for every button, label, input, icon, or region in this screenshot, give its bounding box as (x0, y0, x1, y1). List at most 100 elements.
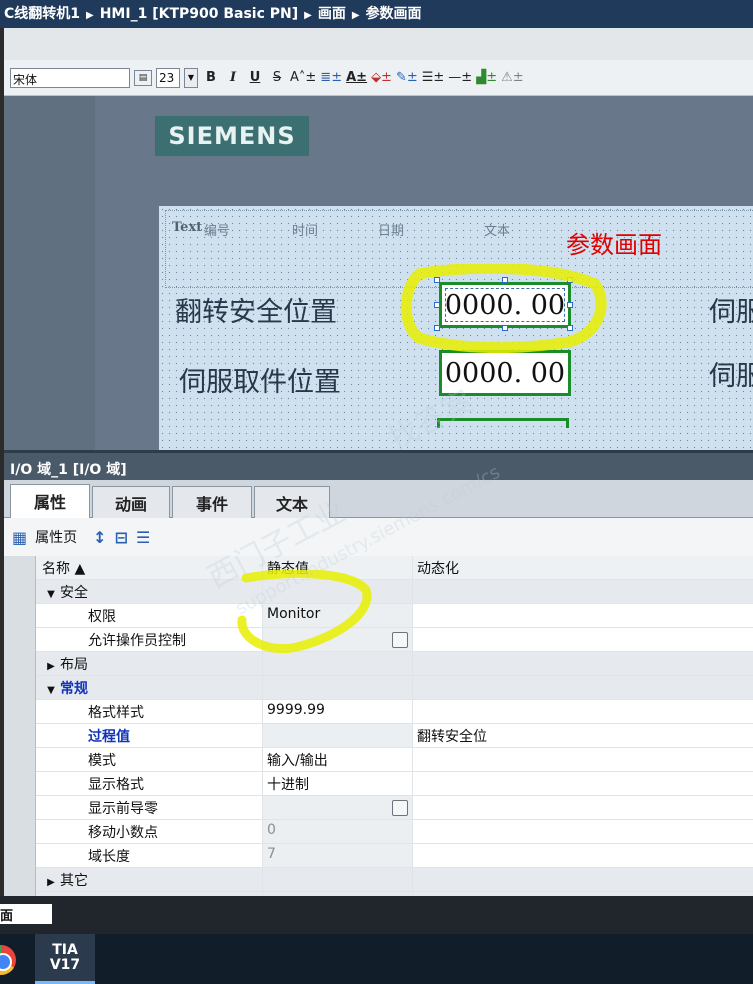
prop-row-allow-operator[interactable]: 允许操作员控制 (36, 628, 753, 652)
font-name-input[interactable]: 宋体 (10, 67, 130, 88)
selection-handle[interactable] (567, 302, 573, 308)
prop-label: 权限 (88, 609, 116, 625)
selection-handle[interactable] (567, 277, 573, 283)
group-other[interactable]: ▶ 其它 (36, 868, 753, 892)
prop-row-mode[interactable]: 模式 输入/输出 (36, 748, 753, 772)
prop-row-permission[interactable]: 权限 Monitor (36, 604, 753, 628)
prop-label: 模式 (88, 753, 116, 769)
format-pattern-value[interactable]: 9999.99 (262, 700, 412, 723)
io-field-servo-pick-position[interactable]: 0000. 00 (439, 350, 571, 396)
prop-row-format-pattern[interactable]: 格式样式 9999.99 (36, 700, 753, 724)
hmi-screen-area[interactable]: Text 编号 时间 日期 文本 参数画面 翻转安全位置 0000. 00 伺服… (159, 206, 753, 450)
process-value-tag[interactable]: 翻转安全位 (412, 724, 753, 747)
display-format-value[interactable]: 十进制 (262, 772, 412, 795)
chevron-right-icon: ▶ (86, 10, 94, 21)
group-label: 常规 (60, 681, 88, 697)
expand-down-icon[interactable]: ▼ (42, 685, 60, 696)
io-field-flip-safe-position[interactable]: 0000. 00 (439, 282, 571, 328)
col-dynamic-header[interactable]: 动态化 (412, 556, 753, 579)
inspector-tabs: 属性 动画 事件 文本 (4, 480, 753, 519)
group-security[interactable]: ▼ 安全 (36, 580, 753, 604)
mode-value[interactable]: 输入/输出 (262, 748, 412, 771)
chevron-down-icon[interactable]: ▼ (184, 67, 198, 88)
expand-down-icon[interactable]: ▼ (42, 589, 60, 600)
tab-events[interactable]: 事件 (172, 486, 252, 518)
property-page-icon[interactable]: ▦ (12, 528, 27, 547)
tab-texts[interactable]: 文本 (254, 486, 330, 518)
breadcrumb-item-screens[interactable]: 画面 (318, 6, 346, 22)
prop-label: 允许操作员控制 (88, 633, 186, 649)
object-style-icon[interactable]: ⚠± (501, 68, 524, 88)
breadcrumb: C线翻转机1 ▶ HMI_1 [KTP900 Basic PN] ▶ 画面 ▶ 参数画面 (0, 0, 753, 28)
font-size-input[interactable]: 23 (156, 67, 180, 88)
font-list-icon[interactable]: ▤ (134, 69, 152, 86)
expand-right-icon[interactable]: ▶ (42, 877, 60, 888)
pattern-icon[interactable]: ▟± (476, 68, 497, 88)
canvas-margin (4, 96, 95, 450)
expand-right-icon[interactable]: ▶ (42, 661, 60, 672)
tia-portal-icon[interactable]: TIA V17 (35, 934, 95, 984)
selection-handle[interactable] (434, 325, 440, 331)
superscript-icon[interactable]: A˄± (290, 68, 316, 88)
prop-row-leading-zeros[interactable]: 显示前导零 (36, 796, 753, 820)
tab-animations[interactable]: 动画 (92, 486, 170, 518)
prop-row-process-value[interactable]: 过程值 翻转安全位 (36, 724, 753, 748)
selection-handle[interactable] (502, 325, 508, 331)
breadcrumb-item-screen[interactable]: 参数画面 (366, 6, 422, 22)
shift-decimal-value[interactable]: 0 (262, 820, 412, 843)
label-servo-pick-position[interactable]: 伺服取件位置 (179, 360, 341, 399)
underline-button[interactable]: U (246, 68, 264, 88)
sort-icon[interactable]: ↕ (93, 528, 106, 547)
label-flip-safe-position[interactable]: 翻转安全位置 (175, 290, 337, 329)
inspector-title: I/O 域_1 [I/O 域] (4, 450, 753, 480)
alarm-header-box[interactable]: Text 编号 时间 日期 文本 参数画面 (165, 210, 753, 288)
grid-header-row: 名称 ▲ 静态值 动态化 (36, 556, 753, 580)
property-page-label[interactable]: 属性页 (35, 527, 77, 547)
line-style-icon[interactable]: ☰± (422, 68, 445, 88)
leading-zeros-checkbox[interactable] (392, 800, 408, 816)
label-servo-right-2[interactable]: 伺服 (709, 354, 753, 393)
label-servo-right-1[interactable]: 伺服 (709, 290, 753, 329)
prop-label: 显示格式 (88, 777, 144, 793)
screen-editor-canvas[interactable]: SIEMENS Text 编号 时间 日期 文本 参数画面 翻转安全位置 000… (4, 96, 753, 450)
tab-properties[interactable]: 属性 (10, 484, 90, 519)
header-col-text: Text (172, 220, 203, 235)
font-color-icon[interactable]: A± (346, 68, 367, 88)
group-layout[interactable]: ▶ 布局 (36, 652, 753, 676)
screen-title-text[interactable]: 参数画面 (566, 225, 662, 260)
line-color-icon[interactable]: ✎± (396, 68, 418, 88)
group-label: 安全 (60, 585, 88, 601)
permission-value[interactable]: Monitor (262, 604, 412, 627)
col-static-header[interactable]: 静态值 (262, 556, 412, 579)
selection-handle[interactable] (502, 277, 508, 283)
group-label: 布局 (60, 657, 88, 673)
io-field-partial[interactable] (437, 418, 569, 428)
field-length-value[interactable]: 7 (262, 844, 412, 867)
prop-row-display-format[interactable]: 显示格式 十进制 (36, 772, 753, 796)
fill-color-icon[interactable]: ⬙± (371, 68, 392, 88)
group-general[interactable]: ▼ 常规 (36, 676, 753, 700)
col-name-header[interactable]: 名称 ▲ (36, 556, 262, 579)
prop-label: 显示前导零 (88, 801, 158, 817)
breadcrumb-item-project[interactable]: C线翻转机1 (4, 6, 80, 22)
status-field[interactable]: 面 (0, 904, 52, 924)
italic-button[interactable]: I (224, 68, 242, 88)
expand-all-icon[interactable]: ⊟ (115, 528, 128, 547)
collapse-all-icon[interactable]: ☰ (136, 528, 150, 547)
chrome-icon[interactable] (0, 945, 16, 975)
selection-handle[interactable] (567, 325, 573, 331)
bold-button[interactable]: B (202, 68, 220, 88)
siemens-logo: SIEMENS (155, 116, 309, 156)
line-width-icon[interactable]: —± (448, 68, 472, 88)
tia-label: TIA (52, 942, 78, 958)
strikethrough-button[interactable]: S (268, 68, 286, 88)
selection-handle[interactable] (434, 277, 440, 283)
prop-row-field-length[interactable]: 域长度 7 (36, 844, 753, 868)
header-col-date: 日期 (378, 224, 405, 239)
selection-handle[interactable] (434, 302, 440, 308)
header-col-number: 编号 (204, 224, 231, 239)
prop-row-shift-decimal[interactable]: 移动小数点 0 (36, 820, 753, 844)
allow-operator-checkbox[interactable] (392, 632, 408, 648)
breadcrumb-item-hmi[interactable]: HMI_1 [KTP900 Basic PN] (100, 6, 298, 22)
align-icon[interactable]: ≣± (320, 68, 342, 88)
